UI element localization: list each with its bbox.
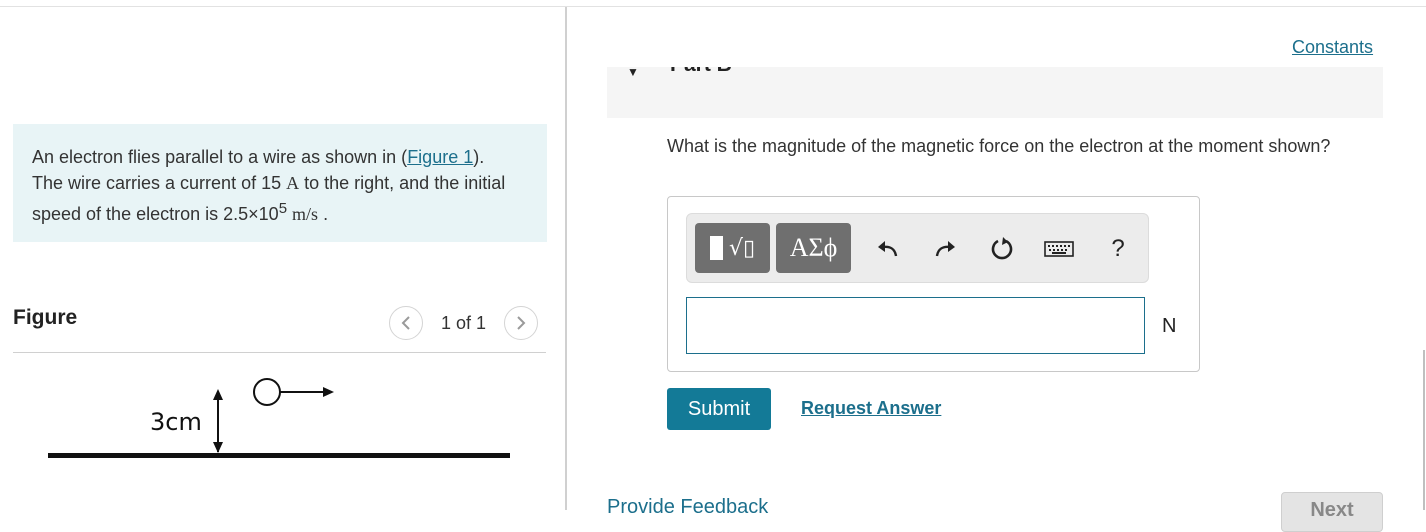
- speed-exponent: 5: [278, 200, 288, 217]
- greek-symbols-button[interactable]: ΑΣϕ: [776, 223, 851, 273]
- templates-icon[interactable]: √▯: [695, 223, 770, 273]
- figure-link[interactable]: Figure 1: [407, 147, 473, 167]
- chevron-left-icon[interactable]: [389, 306, 423, 340]
- problem-statement: An electron flies parallel to a wire as …: [13, 124, 547, 242]
- top-border: [0, 6, 1426, 7]
- question-text: What is the magnitude of the magnetic fo…: [667, 136, 1331, 156]
- current-unit: A: [286, 173, 300, 193]
- distance-label: 3cm: [150, 408, 202, 436]
- request-answer-link[interactable]: Request Answer: [801, 398, 941, 419]
- figure-divider: [13, 352, 546, 353]
- radical-icon: √▯: [728, 235, 756, 261]
- figure-pager: 1 of 1: [389, 305, 539, 341]
- pager-count: 1 of 1: [441, 312, 487, 333]
- help-button[interactable]: ?: [1103, 234, 1133, 264]
- distance-arrow-up: [213, 389, 223, 400]
- next-button[interactable]: Next: [1281, 492, 1383, 532]
- constants-link[interactable]: Constants: [1292, 37, 1373, 58]
- chevron-right-icon[interactable]: [504, 306, 539, 340]
- speed-unit: m/s: [292, 204, 319, 224]
- scrollbar[interactable]: [1423, 350, 1425, 510]
- figure-diagram: 3cm: [48, 378, 510, 458]
- submit-button[interactable]: Submit: [667, 388, 771, 430]
- math-toolbar: √▯ ΑΣϕ ?: [686, 213, 1149, 283]
- undo-icon[interactable]: [873, 234, 903, 264]
- redo-icon[interactable]: [930, 234, 960, 264]
- provide-feedback-link[interactable]: Provide Feedback: [607, 496, 768, 519]
- unit-label: N: [1162, 315, 1177, 337]
- collapse-caret-icon[interactable]: ▼: [627, 67, 639, 79]
- pane-divider[interactable]: [565, 7, 567, 510]
- template-square-icon: [709, 236, 723, 260]
- keyboard-icon[interactable]: [1042, 234, 1076, 264]
- answer-panel: √▯ ΑΣϕ ? N: [667, 196, 1200, 372]
- electron: [253, 378, 281, 406]
- wire: [48, 453, 510, 458]
- reset-icon[interactable]: [987, 234, 1017, 264]
- part-title: Part B: [670, 67, 732, 77]
- velocity-arrowhead: [323, 387, 334, 397]
- problem-text: An electron flies parallel to a wire as …: [32, 147, 408, 167]
- part-header[interactable]: ▼ Part B: [607, 67, 1383, 118]
- answer-input[interactable]: [686, 297, 1145, 354]
- figure-heading: Figure: [13, 306, 78, 329]
- problem-text-end: .: [318, 204, 329, 224]
- distance-arrow-down: [213, 442, 223, 453]
